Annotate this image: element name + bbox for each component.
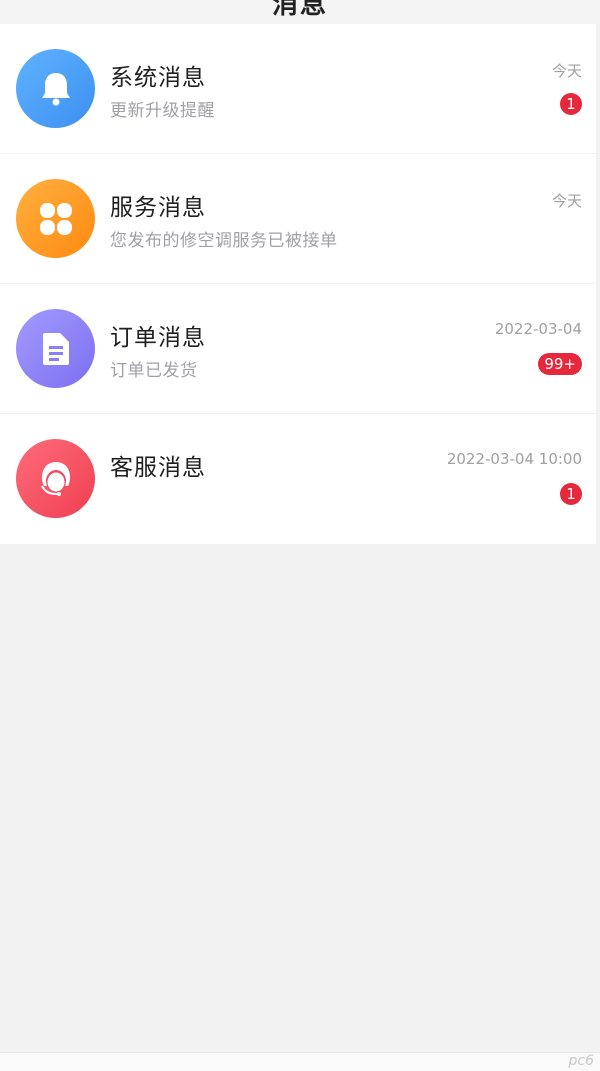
message-title: 系统消息 xyxy=(110,65,206,91)
message-preview: 您发布的修空调服务已被接单 xyxy=(110,231,338,251)
document-icon xyxy=(16,309,95,388)
message-time: 2022-03-04 10:00 xyxy=(446,450,582,468)
message-time: 今天 xyxy=(551,192,582,210)
watermark: pc6 xyxy=(568,1053,595,1069)
message-title: 服务消息 xyxy=(110,195,206,221)
page-title: 消息 xyxy=(271,0,328,20)
message-title: 客服消息 xyxy=(110,455,206,481)
unread-badge: 99+ xyxy=(538,353,582,375)
clover-icon xyxy=(16,179,95,258)
message-item-system[interactable]: 系统消息 更新升级提醒 今天 1 xyxy=(0,24,596,154)
unread-badge: 1 xyxy=(560,93,582,115)
message-preview: 更新升级提醒 xyxy=(110,101,215,121)
top-nav-bar: 消息 xyxy=(0,0,600,24)
bell-icon xyxy=(16,49,95,128)
message-time: 2022-03-04 xyxy=(494,320,582,338)
message-title: 订单消息 xyxy=(110,325,206,351)
message-time: 今天 xyxy=(551,62,582,80)
message-item-order[interactable]: 订单消息 订单已发货 2022-03-04 99+ xyxy=(0,284,596,414)
message-list: 系统消息 更新升级提醒 今天 1 服务消息 您发布的修空调服务已被接单 今天 订… xyxy=(0,24,596,544)
message-preview: 订单已发货 xyxy=(110,361,198,381)
unread-badge: 1 xyxy=(560,483,582,505)
message-item-customer-service[interactable]: 客服消息 2022-03-04 10:00 1 xyxy=(0,414,596,544)
message-item-service[interactable]: 服务消息 您发布的修空调服务已被接单 今天 xyxy=(0,154,596,284)
bottom-edge: pc6 xyxy=(0,1052,600,1071)
customer-service-icon xyxy=(16,439,95,518)
